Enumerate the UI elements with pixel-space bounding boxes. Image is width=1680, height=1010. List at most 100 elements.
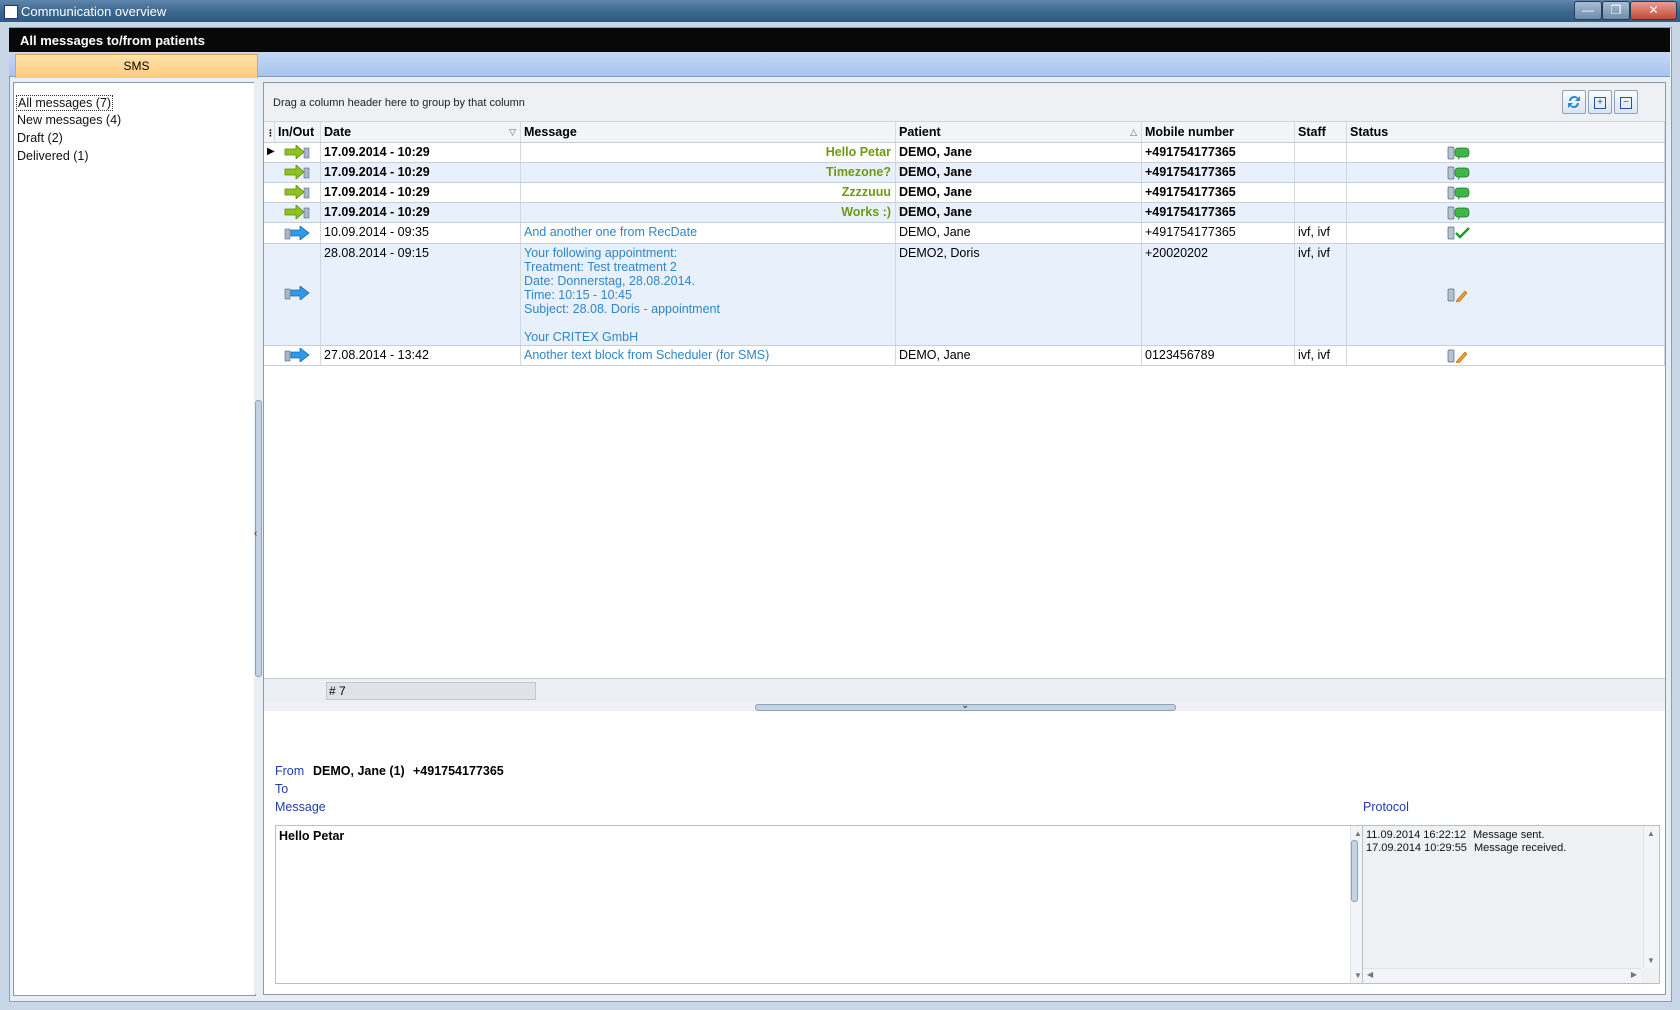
scroll-down-icon[interactable]: ▼ — [1647, 956, 1655, 965]
status-cell — [1347, 223, 1665, 243]
protocol-event: Message sent. — [1473, 829, 1545, 841]
phone-speech-bubble-icon — [1447, 206, 1470, 220]
table-row[interactable]: 17.09.2014 - 10:29 Works :) DEMO, Jane +… — [264, 203, 1665, 223]
inout-cell — [275, 143, 321, 162]
inout-cell — [275, 163, 321, 182]
staff-cell — [1295, 143, 1347, 162]
collapse-down-icon[interactable]: ⌄ — [961, 700, 969, 711]
section-header: All messages to/from patients — [9, 28, 1670, 52]
patient-cell: DEMO, Jane — [896, 143, 1142, 162]
message-cell: And another one from RecDate — [521, 223, 896, 243]
expand-all-button[interactable]: + — [1588, 90, 1612, 114]
inout-cell — [275, 346, 321, 365]
column-header-patient-label: Patient — [899, 125, 941, 139]
folder-delivered[interactable]: Delivered (1) — [17, 149, 89, 163]
folder-new-messages[interactable]: New messages (4) — [17, 113, 121, 127]
message-cell: Your following appointment: Treatment: T… — [521, 244, 896, 345]
date-cell: 17.09.2014 - 10:29 — [321, 203, 521, 222]
from-name: DEMO, Jane (1) — [313, 764, 405, 778]
patient-cell: DEMO, Jane — [896, 183, 1142, 202]
status-cell — [1347, 143, 1665, 162]
message-cell: Hello Petar — [521, 143, 896, 162]
table-row[interactable]: 28.08.2014 - 09:15 Your following appoin… — [264, 244, 1665, 346]
date-cell: 27.08.2014 - 13:42 — [321, 346, 521, 365]
message-text: Hello Petar — [279, 829, 345, 843]
column-header-status[interactable]: Status — [1347, 122, 1665, 142]
mobile-cell: +20020202 — [1142, 244, 1295, 345]
group-by-panel[interactable]: Drag a column header here to group by th… — [264, 83, 1665, 122]
status-cell — [1347, 163, 1665, 182]
scroll-up-icon[interactable]: ▲ — [1647, 829, 1655, 838]
tab-strip — [9, 52, 1670, 77]
from-number: +491754177365 — [413, 764, 504, 778]
column-header-mobile[interactable]: Mobile number — [1142, 122, 1295, 142]
folder-list: All messages (7) New messages (4) Draft … — [13, 82, 256, 996]
column-chooser-icon[interactable]: ⋮ — [264, 122, 275, 142]
phone-pencil-icon — [1447, 349, 1468, 363]
app-icon — [4, 5, 18, 19]
column-header-message[interactable]: Message — [521, 122, 896, 142]
mobile-cell: 0123456789 — [1142, 346, 1295, 365]
sort-desc-icon: ▽ — [509, 127, 516, 137]
scroll-right-icon[interactable]: ▶ — [1631, 970, 1637, 979]
column-header-date[interactable]: Date ▽ — [321, 122, 521, 142]
date-cell: 17.09.2014 - 10:29 — [321, 183, 521, 202]
refresh-button[interactable] — [1562, 90, 1586, 114]
mobile-cell: +491754177365 — [1142, 183, 1295, 202]
table-row[interactable]: 17.09.2014 - 10:29 Zzzzuuu DEMO, Jane +4… — [264, 183, 1665, 203]
from-label: From — [275, 764, 305, 778]
restore-button[interactable]: ❐ — [1602, 1, 1630, 20]
scroll-left-icon[interactable]: ◀ — [1367, 970, 1373, 979]
folder-draft[interactable]: Draft (2) — [17, 131, 63, 145]
message-cell: Another text block from Scheduler (for S… — [521, 346, 896, 365]
horizontal-splitter[interactable]: ⌄ — [264, 700, 1665, 711]
folder-all-messages[interactable]: All messages (7) — [16, 95, 114, 111]
tab-sms[interactable]: SMS — [15, 54, 258, 78]
staff-cell: ivf, ivf — [1295, 346, 1347, 365]
staff-cell: ivf, ivf — [1295, 223, 1347, 243]
collapse-left-icon[interactable]: ‹ — [254, 528, 257, 539]
to-label: To — [275, 782, 289, 796]
inout-cell — [275, 223, 321, 243]
message-body[interactable]: Hello Petar ▲ ▼ — [275, 825, 1367, 984]
table-row[interactable]: ▶ 17.09.2014 - 10:29 Hello Petar DEMO, J… — [264, 143, 1665, 163]
phone-speech-bubble-icon — [1447, 146, 1470, 160]
patient-cell: DEMO, Jane — [896, 346, 1142, 365]
expand-all-icon: + — [1594, 96, 1606, 109]
detail-splitter[interactable] — [1350, 825, 1359, 982]
incoming-arrow-icon — [284, 205, 310, 219]
table-row[interactable]: 27.08.2014 - 13:42 Another text block fr… — [264, 346, 1665, 366]
protocol-vscrollbar[interactable]: ▲ ▼ — [1643, 826, 1659, 968]
protocol-event: Message received. — [1474, 842, 1567, 854]
column-header-staff[interactable]: Staff — [1295, 122, 1347, 142]
status-cell — [1347, 346, 1665, 365]
column-header-patient[interactable]: Patient △ — [896, 122, 1142, 142]
table-row[interactable]: 10.09.2014 - 09:35 And another one from … — [264, 223, 1665, 244]
close-button[interactable]: ✕ — [1630, 1, 1677, 20]
outgoing-arrow-icon — [284, 226, 310, 240]
staff-cell — [1295, 203, 1347, 222]
grid-header: ⋮ In/Out Date ▽ Message Patient △ Mobile… — [264, 122, 1665, 143]
inout-cell — [275, 244, 321, 345]
inout-cell — [275, 203, 321, 222]
protocol-list[interactable]: 11.09.2014 16:22:12 Message sent. 17.09.… — [1362, 825, 1660, 984]
mobile-cell: +491754177365 — [1142, 143, 1295, 162]
message-cell: Timezone? — [521, 163, 896, 182]
table-row[interactable]: 17.09.2014 - 10:29 Timezone? DEMO, Jane … — [264, 163, 1665, 183]
column-header-inout[interactable]: In/Out — [275, 122, 321, 142]
patient-cell: DEMO, Jane — [896, 163, 1142, 182]
protocol-hscrollbar[interactable]: ◀ ▶ — [1363, 968, 1641, 983]
outgoing-arrow-icon — [284, 286, 310, 300]
collapse-all-button[interactable]: − — [1614, 90, 1638, 114]
sort-asc-icon: △ — [1130, 127, 1137, 137]
minimize-button[interactable]: — — [1574, 1, 1602, 20]
current-row-indicator-icon: ▶ — [267, 146, 275, 157]
date-cell: 10.09.2014 - 09:35 — [321, 223, 521, 243]
message-cell: Works :) — [521, 203, 896, 222]
splitter-grip[interactable] — [1351, 840, 1358, 902]
message-detail: From DEMO, Jane (1) +491754177365 To Mes… — [263, 754, 1666, 995]
vertical-splitter[interactable]: ‹ — [254, 82, 262, 994]
date-cell: 17.09.2014 - 10:29 — [321, 163, 521, 182]
message-label: Message — [275, 800, 326, 814]
staff-cell — [1295, 163, 1347, 182]
